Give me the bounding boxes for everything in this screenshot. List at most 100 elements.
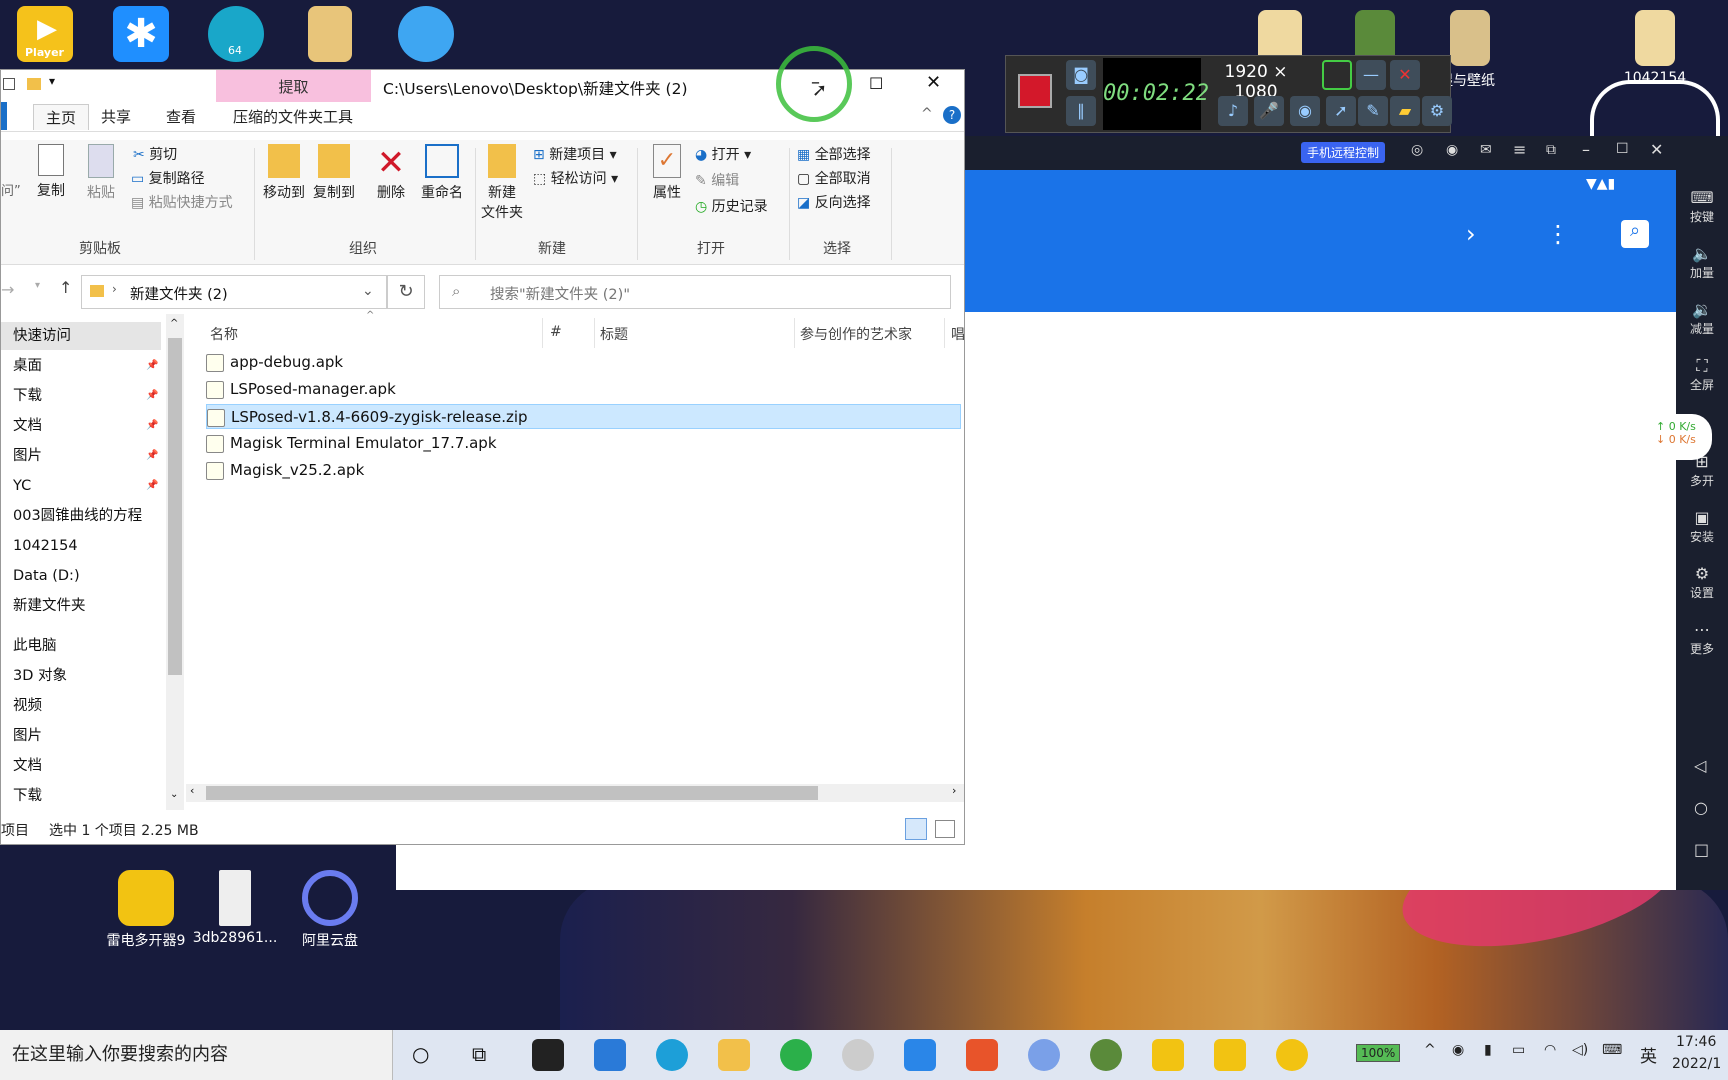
col-header-number[interactable]: #: [550, 324, 562, 340]
tray-app-icon[interactable]: ◉: [1452, 1042, 1464, 1058]
nav-item[interactable]: 图片 📌: [1, 442, 161, 470]
player-app-icon[interactable]: [1276, 1039, 1308, 1071]
details-view-icon[interactable]: [905, 818, 927, 840]
select-all-button[interactable]: ▦ 全部选择: [797, 144, 871, 164]
app-red-icon[interactable]: [966, 1039, 998, 1071]
scroll-left-icon[interactable]: ‹: [190, 784, 194, 797]
file-row[interactable]: Magisk_v25.2.apk: [206, 458, 961, 483]
microphone-icon[interactable]: ▮: [1484, 1042, 1492, 1058]
paste-shortcut-button[interactable]: ▤ 粘贴快捷方式: [131, 192, 233, 212]
nav-scroll-thumb[interactable]: [168, 338, 182, 675]
nav-item[interactable]: 003圆锥曲线的方程: [1, 502, 161, 530]
network-app-icon[interactable]: [1028, 1039, 1060, 1071]
edge-browser-icon[interactable]: [656, 1039, 688, 1071]
history-button[interactable]: ◷ 历史记录: [695, 196, 768, 216]
new-item-button[interactable]: ⊞ 新建项目 ▾: [533, 144, 617, 164]
region-icon[interactable]: [1322, 60, 1352, 90]
clock-time[interactable]: 17:46: [1676, 1034, 1716, 1050]
maximize-icon[interactable]: ☐: [869, 74, 883, 93]
delete-button[interactable]: ✕ 删除: [371, 144, 411, 202]
nav-item[interactable]: 下载 📌: [1, 382, 161, 410]
move-to-button[interactable]: 移动到: [259, 144, 309, 202]
wifi-icon[interactable]: ◠: [1544, 1042, 1556, 1058]
desktop-icon-leidian[interactable]: 雷电多开器9: [96, 870, 196, 950]
recent-dropdown-icon[interactable]: ▾: [35, 280, 40, 291]
file-tab[interactable]: [1, 102, 7, 130]
chevron-down-icon[interactable]: ⌄: [362, 283, 374, 299]
col-header-name[interactable]: 名称: [210, 324, 238, 344]
checkbox-icon[interactable]: [3, 78, 15, 90]
nav-item[interactable]: 文档: [1, 752, 161, 780]
desktop-icon-multi64[interactable]: 64: [191, 6, 281, 66]
gamepad-icon[interactable]: ◎: [1411, 142, 1423, 158]
open-button[interactable]: ◕ 打开 ▾: [695, 144, 751, 164]
nav-item[interactable]: 3D 对象: [1, 662, 161, 690]
rename-button[interactable]: 重命名: [417, 144, 467, 202]
keyboard-icon[interactable]: ⌨: [1602, 1042, 1622, 1058]
mail-app-icon[interactable]: [594, 1039, 626, 1071]
back-nav-icon[interactable]: ◁: [1694, 756, 1706, 775]
quick-access-toolbar-dropdown[interactable]: ▾: [49, 74, 55, 88]
pen-icon[interactable]: ✎: [1358, 96, 1388, 126]
horizontal-scrollbar[interactable]: ‹ ›: [186, 784, 964, 802]
file-row[interactable]: LSPosed-v1.8.4-6609-zygisk-release.zip: [206, 404, 961, 429]
edit-button[interactable]: ✎ 编辑: [695, 170, 739, 190]
nav-item[interactable]: 文档 📌: [1, 412, 161, 440]
desktop-icon-folder[interactable]: [285, 6, 375, 66]
close-icon[interactable]: ✕: [926, 72, 941, 93]
close-icon[interactable]: ✕: [1650, 140, 1663, 159]
search-input[interactable]: ⌕ 搜索"新建文件夹 (2)": [439, 275, 951, 309]
tab-home[interactable]: 主页: [33, 104, 90, 130]
h-scroll-thumb[interactable]: [206, 786, 818, 800]
nav-item[interactable]: Data (D:): [1, 562, 161, 590]
side-more[interactable]: ⋯ 更多: [1676, 612, 1728, 668]
desktop-icon-aliyun[interactable]: 阿里云盘: [285, 870, 375, 950]
clock-app-icon[interactable]: [842, 1039, 874, 1071]
camera-icon[interactable]: ◙: [1066, 60, 1096, 90]
remote-control-badge[interactable]: 手机远程控制: [1301, 142, 1386, 163]
side-vol-up[interactable]: 🔈 加量: [1676, 236, 1728, 292]
nav-item[interactable]: 新建文件夹: [1, 592, 161, 620]
nav-item[interactable]: 此电脑: [1, 632, 161, 660]
scroll-up-icon[interactable]: ^: [170, 318, 178, 329]
file-row[interactable]: Magisk Terminal Emulator_17.7.apk: [206, 431, 961, 456]
copy-to-button[interactable]: 复制到: [309, 144, 359, 202]
side-fullscreen[interactable]: ⛶ 全屏: [1676, 348, 1728, 404]
minimize-icon[interactable]: –: [1582, 140, 1590, 159]
recents-nav-icon[interactable]: □: [1694, 840, 1709, 859]
up-arrow-icon[interactable]: ↑: [59, 278, 72, 297]
col-header-title[interactable]: 标题: [600, 324, 628, 344]
copy-button[interactable]: 复制: [31, 144, 71, 200]
cortana-icon[interactable]: ○: [412, 1042, 429, 1066]
chevron-up-icon[interactable]: ^: [1424, 1042, 1436, 1058]
minimize-recorder-icon[interactable]: —: [1356, 60, 1386, 90]
monitor-icon[interactable]: ▭: [1512, 1042, 1525, 1058]
chevron-right-icon[interactable]: ›: [1466, 220, 1476, 248]
feishu-icon[interactable]: [904, 1039, 936, 1071]
more-vert-icon[interactable]: ⋮: [1546, 220, 1570, 248]
copy-path-button[interactable]: ▭ 复制路径: [131, 168, 205, 188]
account-icon[interactable]: ◉: [1446, 142, 1458, 158]
tab-view[interactable]: 查看: [166, 106, 196, 127]
nav-item[interactable]: 桌面 📌: [1, 352, 161, 380]
address-bar[interactable]: › 新建文件夹 (2) ⌄: [81, 275, 387, 309]
desktop-icon-qr[interactable]: 3db28961...: [190, 870, 280, 946]
file-row[interactable]: app-debug.apk: [206, 350, 961, 375]
scroll-down-icon[interactable]: ⌄: [170, 789, 178, 800]
col-header-artist[interactable]: 参与创作的艺术家: [800, 324, 912, 344]
wechat-icon[interactable]: [780, 1039, 812, 1071]
nav-item[interactable]: 1042154: [1, 532, 161, 560]
microphone-icon[interactable]: 🎤: [1254, 96, 1284, 126]
file-row[interactable]: LSPosed-manager.apk: [206, 377, 961, 402]
battery-indicator[interactable]: 100%: [1356, 1044, 1401, 1062]
forward-icon[interactable]: →: [1, 280, 14, 299]
home-nav-icon[interactable]: ○: [1694, 798, 1708, 817]
nav-scrollbar[interactable]: ^ ⌄: [166, 314, 184, 810]
webcam-icon[interactable]: ◉: [1290, 96, 1320, 126]
recorder-app-icon[interactable]: [1214, 1039, 1246, 1071]
speaker-icon[interactable]: ♪: [1218, 96, 1248, 126]
cursor-icon[interactable]: ➚: [1326, 96, 1356, 126]
taskbar-search-input[interactable]: 在这里输入你要搜索的内容: [0, 1030, 393, 1080]
nav-item[interactable]: YC 📌: [1, 472, 161, 500]
desktop-icon-player[interactable]: ▶ Player: [0, 6, 90, 66]
